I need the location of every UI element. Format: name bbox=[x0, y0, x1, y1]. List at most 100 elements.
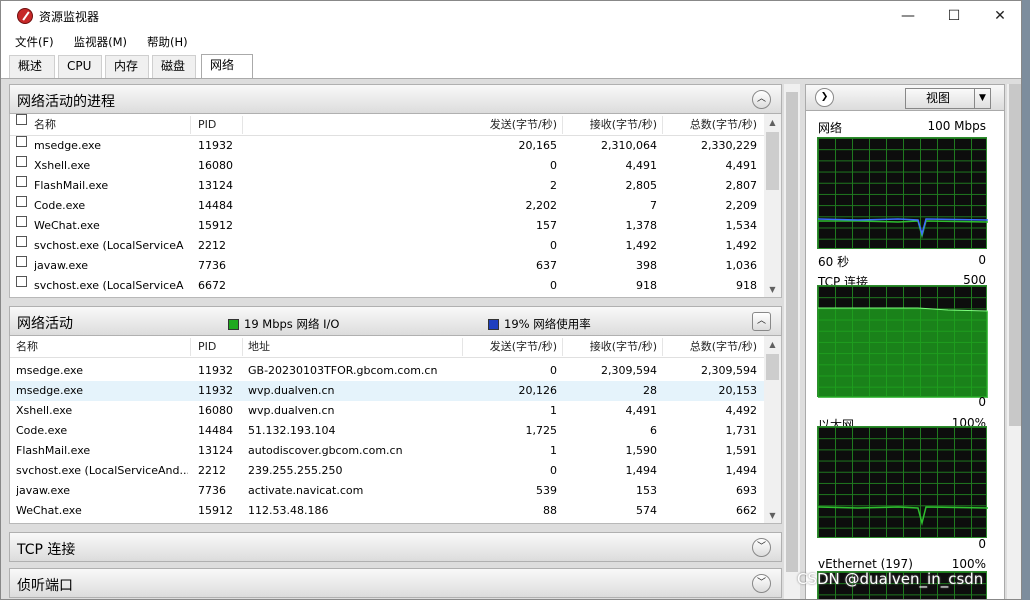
send-rate: 0 bbox=[550, 464, 557, 477]
row-checkbox[interactable] bbox=[16, 136, 27, 147]
row-checkbox[interactable] bbox=[16, 176, 27, 187]
table-row[interactable]: Xshell.exe 16080 0 4,491 4,491 bbox=[10, 156, 765, 176]
left-pane-scrollbar[interactable] bbox=[784, 84, 800, 599]
remote-address: autodiscover.gbcom.com.cn bbox=[248, 444, 403, 457]
main-content: 网络活动的进程 ︿ 名称 PID 发送(字节/秒) 接收(字节/秒) 总数(字节… bbox=[1, 78, 1021, 599]
column-header-send[interactable]: 发送(字节/秒) bbox=[460, 336, 557, 358]
total-rate: 2,807 bbox=[725, 179, 758, 192]
remote-address: activate.navicat.com bbox=[248, 484, 364, 497]
tab-disk[interactable]: 磁盘 bbox=[152, 55, 196, 78]
table-row[interactable]: Code.exe 14484 51.132.193.104 1,725 6 1,731 bbox=[10, 421, 765, 441]
recv-rate: 4,491 bbox=[625, 159, 658, 172]
total-rate: 1,494 bbox=[725, 464, 758, 477]
process-name: Xshell.exe bbox=[34, 159, 91, 172]
table-row[interactable]: svchost.exe (LocalServiceA... 2212 0 1,492 1… bbox=[10, 236, 765, 256]
column-header-send[interactable]: 发送(字节/秒) bbox=[460, 114, 557, 136]
tcp-section-header[interactable]: TCP 连接 ﹀ bbox=[9, 532, 782, 562]
io-legend: 19 Mbps 网络 I/O bbox=[228, 316, 339, 332]
io-legend-swatch bbox=[228, 319, 239, 330]
row-checkbox[interactable] bbox=[16, 196, 27, 207]
column-header-pid[interactable]: PID bbox=[198, 114, 216, 136]
remote-address: wvp.dualven.cn bbox=[248, 384, 335, 397]
total-rate: 1,534 bbox=[725, 219, 758, 232]
process-name: msedge.exe bbox=[16, 364, 83, 377]
collapse-up-icon[interactable]: ︿ bbox=[752, 312, 771, 331]
recv-rate: 918 bbox=[636, 279, 657, 292]
menu-monitor[interactable]: 监视器(M) bbox=[68, 31, 133, 53]
row-checkbox[interactable] bbox=[16, 276, 27, 287]
recv-rate: 398 bbox=[636, 259, 657, 272]
total-rate: 2,330,229 bbox=[701, 139, 757, 152]
table-row[interactable]: FlashMail.exe 13124 autodiscover.gbcom.com… bbox=[10, 441, 765, 461]
row-checkbox[interactable] bbox=[16, 156, 27, 167]
scroll-thumb[interactable] bbox=[766, 354, 779, 380]
table-row[interactable]: svchost.exe (LocalServiceA... 6672 0 918 918 bbox=[10, 276, 765, 296]
activity-scrollbar[interactable]: ▲ ▼ bbox=[764, 336, 781, 523]
send-rate: 539 bbox=[536, 484, 557, 497]
row-checkbox[interactable] bbox=[16, 216, 27, 227]
ports-section-header[interactable]: 侦听端口 ﹀ bbox=[9, 568, 782, 598]
tab-network[interactable]: 网络 bbox=[201, 54, 253, 78]
table-row[interactable]: msedge.exe 11932 wvp.dualven.cn 20,126 28 20,… bbox=[10, 381, 765, 401]
send-rate: 157 bbox=[536, 219, 557, 232]
send-rate: 20,165 bbox=[518, 139, 558, 152]
remote-address: 51.132.193.104 bbox=[248, 424, 336, 437]
column-header-pid[interactable]: PID bbox=[198, 336, 216, 358]
process-name: msedge.exe bbox=[34, 139, 101, 152]
ports-section-title: 侦听端口 bbox=[17, 578, 73, 594]
process-pid: 2212 bbox=[198, 464, 226, 477]
column-header-total[interactable]: 总数(字节/秒) bbox=[662, 336, 757, 358]
scroll-down-icon[interactable]: ▼ bbox=[764, 281, 781, 297]
column-header-address[interactable]: 地址 bbox=[248, 336, 270, 358]
view-button[interactable]: 视图 ▼ bbox=[905, 88, 991, 109]
processes-section-header[interactable]: 网络活动的进程 ︿ bbox=[9, 84, 782, 114]
table-row[interactable]: Code.exe 14484 2,202 7 2,209 bbox=[10, 196, 765, 216]
activity-section-header[interactable]: 网络活动 19 Mbps 网络 I/O 19% 网络使用率 ︿ bbox=[9, 306, 782, 336]
table-row[interactable]: Xshell.exe 16080 wvp.dualven.cn 1 4,491 4,492 bbox=[10, 401, 765, 421]
row-checkbox[interactable] bbox=[16, 256, 27, 267]
expand-down-icon[interactable]: ﹀ bbox=[752, 538, 771, 557]
tab-cpu[interactable]: CPU bbox=[58, 55, 102, 78]
close-button[interactable]: ✕ bbox=[977, 1, 1021, 31]
table-row[interactable]: javaw.exe 7736 activate.navicat.com 539 153 6… bbox=[10, 481, 765, 501]
scroll-thumb[interactable] bbox=[1009, 84, 1021, 426]
scroll-thumb[interactable] bbox=[786, 92, 798, 572]
expand-down-icon[interactable]: ﹀ bbox=[752, 574, 771, 593]
table-row[interactable]: msedge.exe 11932 20,165 2,310,064 2,330,229 bbox=[10, 136, 765, 156]
table-row[interactable]: WeChat.exe 15912 157 1,378 1,534 bbox=[10, 216, 765, 236]
table-row[interactable]: FlashMail.exe 13124 2 2,805 2,807 bbox=[10, 176, 765, 196]
scroll-up-icon[interactable]: ▲ bbox=[764, 336, 781, 353]
graphs-pane: ❯ 视图 ▼ 网络 100 Mbps 60 秒 0 TCP 连接 500 0 以… bbox=[805, 84, 1005, 599]
graph-network-min: 0 bbox=[978, 253, 986, 267]
minimize-button[interactable]: — bbox=[885, 1, 931, 31]
tcp-graph-lines bbox=[818, 307, 988, 398]
tab-overview[interactable]: 概述 bbox=[9, 55, 55, 78]
menu-file[interactable]: 文件(F) bbox=[9, 31, 60, 53]
maximize-button[interactable]: ☐ bbox=[931, 1, 977, 31]
scroll-up-icon[interactable]: ▲ bbox=[764, 114, 781, 131]
tab-memory[interactable]: 内存 bbox=[105, 55, 149, 78]
processes-scrollbar[interactable]: ▲ ▼ bbox=[764, 114, 781, 297]
select-all-checkbox[interactable] bbox=[16, 114, 27, 125]
process-pid: 15912 bbox=[198, 504, 233, 517]
process-pid: 16080 bbox=[198, 159, 233, 172]
dropdown-arrow-icon[interactable]: ▼ bbox=[974, 89, 990, 108]
table-row[interactable]: WeChat.exe 15912 112.53.48.186 88 574 662 bbox=[10, 501, 765, 521]
column-header-name[interactable]: 名称 bbox=[34, 114, 56, 136]
process-pid: 7736 bbox=[198, 484, 226, 497]
table-row[interactable]: svchost.exe (LocalServiceAnd... 2212 239.2… bbox=[10, 461, 765, 481]
scroll-thumb[interactable] bbox=[766, 132, 779, 190]
column-header-name[interactable]: 名称 bbox=[16, 336, 38, 358]
collapse-up-icon[interactable]: ︿ bbox=[752, 90, 771, 109]
table-row[interactable]: msedge.exe 11932 GB-20230103TFOR.gbcom.com… bbox=[10, 361, 765, 381]
table-row[interactable]: javaw.exe 7736 637 398 1,036 bbox=[10, 256, 765, 276]
process-pid: 13124 bbox=[198, 444, 233, 457]
column-header-total[interactable]: 总数(字节/秒) bbox=[662, 114, 757, 136]
column-header-recv[interactable]: 接收(字节/秒) bbox=[562, 336, 657, 358]
menu-help[interactable]: 帮助(H) bbox=[141, 31, 194, 53]
column-header-recv[interactable]: 接收(字节/秒) bbox=[562, 114, 657, 136]
collapse-panel-arrow-icon[interactable]: ❯ bbox=[815, 88, 834, 107]
scroll-down-icon[interactable]: ▼ bbox=[764, 507, 781, 523]
row-checkbox[interactable] bbox=[16, 236, 27, 247]
graphs-scrollbar[interactable] bbox=[1007, 84, 1021, 599]
